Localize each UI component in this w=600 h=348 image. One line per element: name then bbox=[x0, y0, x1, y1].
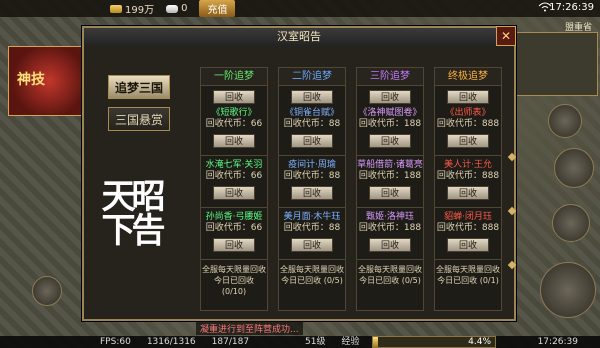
item-name: 美人计·王允 bbox=[444, 160, 492, 170]
recycle-dialog: 汉室昭告 ✕ 追梦三国 三国悬赏 昭告天下 一阶追梦 回收 《短歌行》 回收代币… bbox=[82, 26, 517, 321]
recycle-reward: 回收代币：66 bbox=[205, 119, 263, 129]
exp-label: 经验 bbox=[341, 337, 360, 347]
recycle-button[interactable]: 回收 bbox=[369, 238, 411, 252]
recycle-reward: 回收代币：188 bbox=[358, 171, 422, 181]
daily-limit-line: 今日已回收 (0/5) bbox=[359, 276, 421, 285]
column-tier-4: 终极追梦 回收 《出师表》 回收代币：888 回收 美人计·王允 回收代币：88… bbox=[434, 67, 502, 311]
ingot-counter: 0 bbox=[166, 3, 187, 14]
top-clock: 17:26:39 bbox=[549, 2, 594, 13]
recycle-reward: 回收代币：66 bbox=[205, 171, 263, 181]
gold-icon bbox=[110, 4, 122, 13]
column-header: 一阶追梦 bbox=[201, 68, 267, 86]
recharge-button[interactable]: 充值 bbox=[199, 0, 236, 17]
skill-button-2[interactable] bbox=[554, 148, 594, 188]
recycle-button[interactable]: 回收 bbox=[213, 186, 255, 200]
item-name: 美月面·木牛珏 bbox=[283, 212, 341, 222]
bottom-status-bar: FPS:60 1316/1316 187/187 51级 经验 17:26:39 bbox=[0, 336, 600, 348]
exp-fill bbox=[373, 337, 379, 347]
diamond-icon bbox=[507, 260, 517, 270]
item-name: 草船借箭·诸葛亮 bbox=[357, 160, 423, 170]
skill-button-1[interactable] bbox=[548, 104, 582, 138]
item-name: 《铜雀台赋》 bbox=[284, 108, 339, 118]
recycle-reward: 回收代币：88 bbox=[283, 171, 341, 181]
promo-text: 神技 bbox=[17, 72, 45, 88]
recycle-button[interactable]: 回收 bbox=[291, 90, 333, 104]
recycle-reward: 回收代币：888 bbox=[436, 119, 500, 129]
attack-button[interactable] bbox=[540, 262, 596, 318]
column-tier-1: 一阶追梦 回收 《短歌行》 回收代币：66 回收 水淹七军·关羽 回收代币：66… bbox=[200, 67, 268, 311]
daily-limit-line: 全服每天限量回收 bbox=[202, 265, 266, 274]
daily-limit-line: 今日已回收 (0/1) bbox=[437, 276, 499, 285]
recycle-button[interactable]: 回收 bbox=[213, 238, 255, 252]
recycle-reward: 回收代币：88 bbox=[283, 119, 341, 129]
recycle-reward: 回收代币：188 bbox=[358, 223, 422, 233]
exp-percent: 4.4% bbox=[468, 337, 491, 347]
item-name: 《出师表》 bbox=[445, 108, 491, 118]
recycle-button[interactable]: 回收 bbox=[291, 238, 333, 252]
recycle-reward: 回收代币：888 bbox=[436, 171, 500, 181]
column-header: 二阶追梦 bbox=[279, 68, 345, 86]
recycle-button[interactable]: 回收 bbox=[291, 186, 333, 200]
column-tier-3: 三阶追梦 回收 《洛神赋图卷》 回收代币：188 回收 草船借箭·诸葛亮 回收代… bbox=[356, 67, 424, 311]
dialog-title: 汉室昭告 bbox=[84, 28, 514, 46]
item-name: 水淹七军·关羽 bbox=[205, 160, 263, 170]
minimap[interactable] bbox=[512, 32, 598, 96]
tab-dream[interactable]: 追梦三国 bbox=[108, 75, 170, 99]
recycle-button[interactable]: 回收 bbox=[369, 134, 411, 148]
daily-limit-line: 全服每天限量回收 bbox=[358, 265, 422, 274]
daily-limit-line: 全服每天限量回收 bbox=[436, 265, 500, 274]
daily-limit: 全服每天限量回收 今日已回收 (0/5) bbox=[357, 260, 423, 290]
exp-bar: 4.4% bbox=[372, 336, 496, 348]
column-tier-2: 二阶追梦 回收 《铜雀台赋》 回收代币：88 回收 疫间计·周瑜 回收代币：88… bbox=[278, 67, 346, 311]
recycle-button[interactable]: 回收 bbox=[447, 134, 489, 148]
recycle-button[interactable]: 回收 bbox=[369, 186, 411, 200]
diamond-icon bbox=[507, 152, 517, 162]
promo-banner[interactable]: 神技 bbox=[8, 46, 90, 116]
column-header: 三阶追梦 bbox=[357, 68, 423, 86]
recycle-button[interactable]: 回收 bbox=[291, 134, 333, 148]
daily-limit: 全服每天限量回收 今日已回收 (0/5) bbox=[279, 260, 345, 290]
column-header: 终极追梦 bbox=[435, 68, 501, 86]
ingot-amount: 0 bbox=[181, 3, 188, 14]
system-message: 凝重进行到至阵营成功... bbox=[196, 322, 303, 335]
recycle-button[interactable]: 回收 bbox=[369, 90, 411, 104]
daily-limit-line: 今日已回收 (0/10) bbox=[214, 276, 254, 296]
recycle-reward: 回收代币：188 bbox=[358, 119, 422, 129]
daily-limit-line: 全服每天限量回收 bbox=[280, 265, 344, 274]
hp-readout: 1316/1316 bbox=[146, 337, 196, 347]
diamond-icon bbox=[507, 206, 517, 216]
daily-limit: 全服每天限量回收 今日已回收 (0/1) bbox=[435, 260, 501, 290]
daily-limit: 全服每天限量回收 今日已回收 (0/10) bbox=[201, 260, 267, 296]
gold-counter: 199万 bbox=[110, 1, 154, 16]
ingot-icon bbox=[166, 4, 179, 13]
tab-bounty[interactable]: 三国悬赏 bbox=[108, 107, 170, 131]
item-name: 《洛神赋图卷》 bbox=[358, 108, 422, 118]
gold-amount: 199万 bbox=[125, 5, 155, 16]
calligraphy-title: 昭告天下 bbox=[95, 178, 165, 246]
recycle-button[interactable]: 回收 bbox=[213, 90, 255, 104]
top-currency-bar: 199万 0 充值 17:26:39 bbox=[0, 0, 600, 17]
item-name: 甄姬·洛神珏 bbox=[366, 212, 414, 222]
mp-readout: 187/187 bbox=[211, 337, 250, 347]
level-readout: 51级 bbox=[305, 337, 326, 347]
recycle-button[interactable]: 回收 bbox=[213, 134, 255, 148]
fps-readout: FPS:60 bbox=[100, 337, 131, 347]
skill-button-3[interactable] bbox=[552, 204, 590, 242]
recycle-reward: 回收代币：888 bbox=[436, 223, 500, 233]
recycle-button[interactable]: 回收 bbox=[447, 186, 489, 200]
bottom-clock: 17:26:39 bbox=[537, 337, 578, 347]
recycle-button[interactable]: 回收 bbox=[447, 90, 489, 104]
item-name: 疫间计·周瑜 bbox=[288, 160, 336, 170]
recycle-reward: 回收代币：88 bbox=[283, 223, 341, 233]
item-name: 貂蝉·闭月珏 bbox=[444, 212, 492, 222]
daily-limit-line: 今日已回收 (0/5) bbox=[281, 276, 343, 285]
close-button[interactable]: ✕ bbox=[496, 26, 516, 46]
move-joystick[interactable] bbox=[32, 276, 62, 306]
item-name: 《短歌行》 bbox=[211, 108, 257, 118]
recycle-button[interactable]: 回收 bbox=[447, 238, 489, 252]
item-name: 孙尚香·弓腰姬 bbox=[205, 212, 263, 222]
recycle-reward: 回收代币：66 bbox=[205, 223, 263, 233]
